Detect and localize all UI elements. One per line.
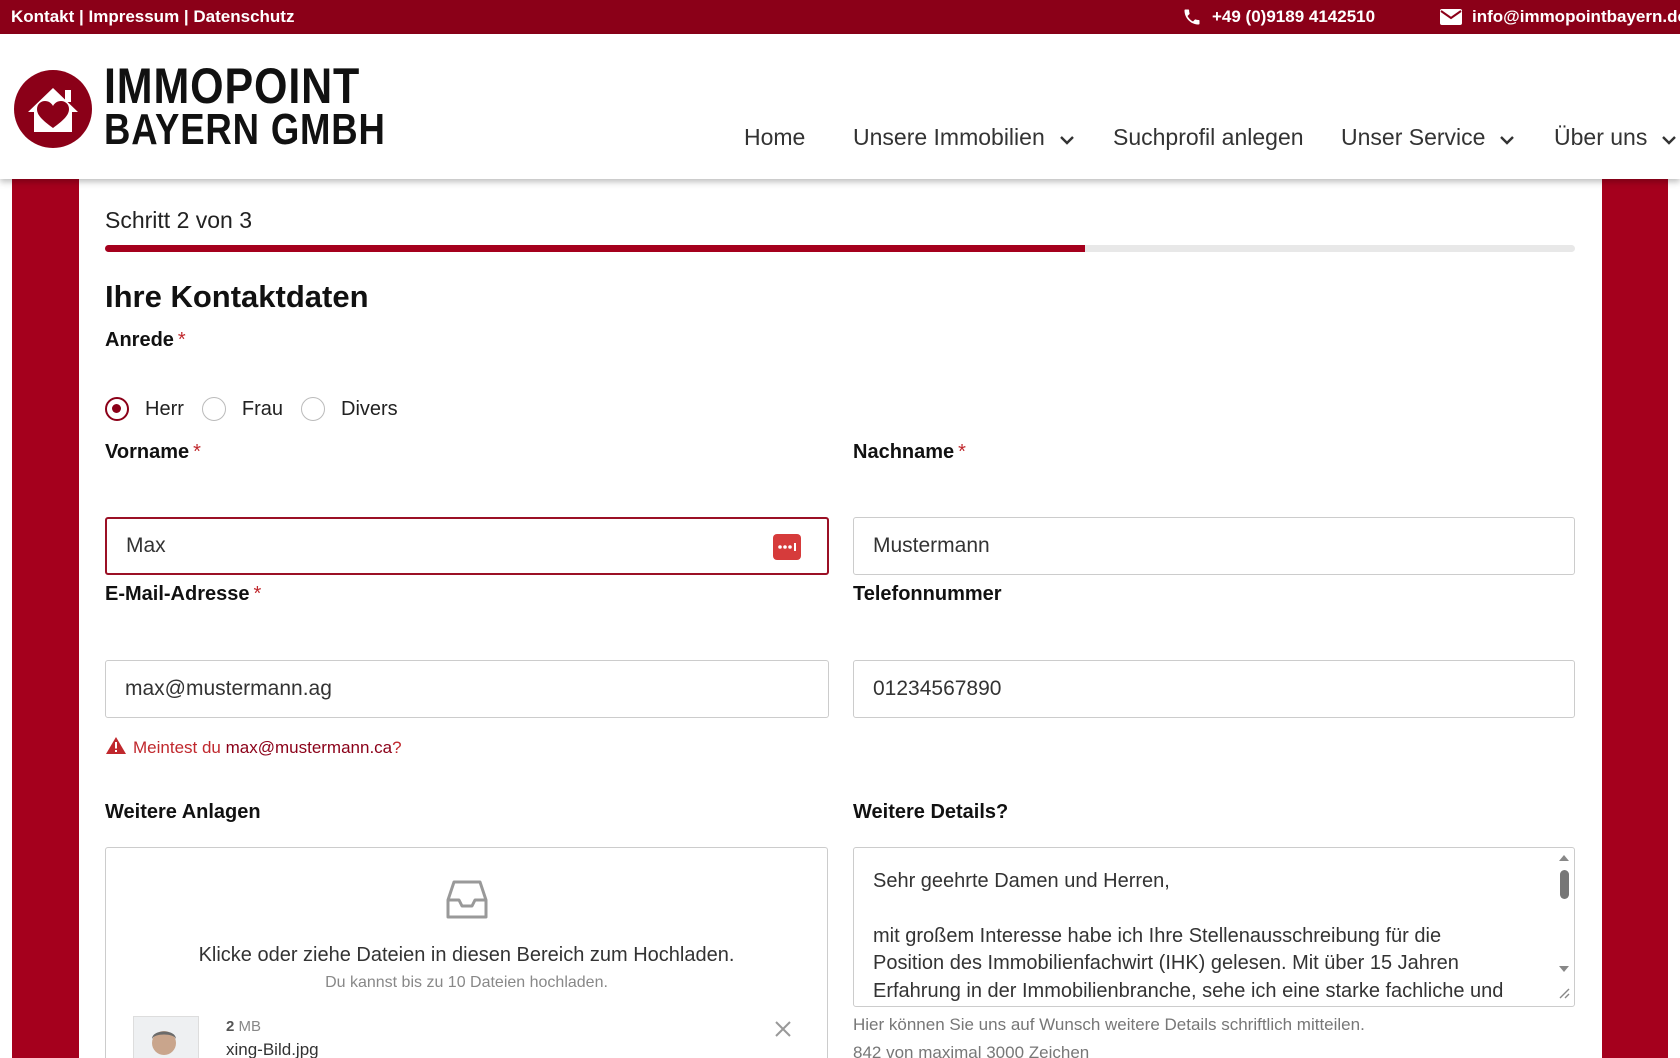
email-suggestion: Meintest du max@mustermann.ca?: [105, 736, 402, 760]
details-help-text: Hier können Sie uns auf Wunsch weitere D…: [853, 1015, 1365, 1034]
top-bar: Kontakt | Impressum | Datenschutz +49 (0…: [0, 0, 1680, 34]
telefon-field[interactable]: 01234567890: [853, 660, 1575, 718]
chevron-down-icon: [1499, 124, 1515, 151]
nav-ueber-label: Über uns: [1554, 124, 1648, 150]
house-heart-logo-icon[interactable]: [12, 68, 94, 150]
email-link[interactable]: info@immopointbayern.de: [1440, 7, 1680, 27]
chevron-down-icon: [1661, 124, 1677, 151]
details-text-line2: mit großem Interesse habe ich Ihre Stell…: [873, 924, 1504, 1002]
dropzone-subtext: Du kannst bis zu 10 Dateien hochladen.: [325, 974, 608, 991]
envelope-icon: [1440, 9, 1462, 25]
suggestion-suffix: ?: [392, 738, 402, 757]
logo-line-1: IMMOPOINT: [104, 58, 361, 114]
nav-service-label: Unser Service: [1341, 124, 1486, 150]
logo-wordmark[interactable]: IMMOPOINT BAYERN GMBH: [104, 58, 443, 154]
email-address: info@immopointbayern.de: [1472, 7, 1680, 26]
email-label: E-Mail-Adresse *: [105, 583, 261, 606]
nav-home-label: Home: [744, 124, 806, 150]
decor-band-right: [1602, 179, 1668, 1058]
contact-form: Schritt 2 von 3 Ihre Kontaktdaten Anrede…: [79, 179, 1602, 1058]
anrede-label: Anrede *: [105, 329, 186, 352]
vorname-label-text: Vorname: [105, 441, 190, 463]
vorname-field[interactable]: Max: [105, 517, 829, 575]
nachname-label-text: Nachname: [853, 441, 955, 463]
radio-divers-label: Divers: [341, 397, 398, 420]
radio-circle[interactable]: [301, 397, 326, 421]
details-label: Weitere Details?: [853, 801, 1009, 823]
nav-home[interactable]: Home: [744, 124, 805, 151]
telefon-label-text: Telefonnummer: [853, 583, 1002, 605]
logo-line-2: BAYERN GMBH: [104, 105, 386, 154]
phone-number: +49 (0)9189 4142510: [1212, 7, 1376, 26]
file-thumbnail: [133, 1016, 199, 1058]
nav-suchprofil[interactable]: Suchprofil anlegen: [1113, 124, 1304, 151]
suggestion-prefix: Meintest du: [133, 738, 226, 757]
required-mark: *: [177, 329, 186, 351]
anrede-label-text: Anrede: [105, 329, 174, 351]
telefon-value: 01234567890: [873, 677, 1002, 700]
step-indicator: Schritt 2 von 3: [105, 207, 253, 233]
form-title: Ihre Kontaktdaten: [105, 279, 369, 314]
top-links: Kontakt | Impressum | Datenschutz: [11, 7, 294, 27]
details-blank-line: [873, 896, 1514, 923]
radio-frau-label: Frau: [241, 397, 284, 420]
file-dropzone[interactable]: Klicke oder ziehe Dateien in diesen Bere…: [105, 847, 828, 1058]
radio-herr-label: Herr: [145, 397, 184, 420]
file-size-unit: MB: [234, 1018, 262, 1035]
nav-unser-service[interactable]: Unser Service: [1341, 124, 1515, 151]
nachname-field[interactable]: Mustermann: [853, 517, 1575, 575]
progress-bar: [105, 245, 1575, 252]
character-count: 842 von maximal 3000 Zeichen: [853, 1043, 1090, 1058]
radio-frau[interactable]: Frau: [201, 397, 284, 421]
radio-circle[interactable]: [105, 397, 129, 421]
telefon-label: Telefonnummer: [853, 583, 1002, 606]
suggested-email-link[interactable]: max@mustermann.ca: [226, 738, 393, 757]
radio-circle[interactable]: [201, 397, 226, 421]
required-mark: *: [958, 441, 966, 463]
dropzone-text: Klicke oder ziehe Dateien in diesen Bere…: [198, 944, 735, 966]
close-icon[interactable]: [774, 1020, 792, 1043]
vorname-value: Max: [126, 534, 166, 557]
radio-divers[interactable]: Divers: [301, 397, 398, 421]
radio-herr[interactable]: Herr: [105, 397, 184, 421]
inbox-icon: [445, 878, 489, 927]
nachname-label: Nachname *: [853, 441, 966, 464]
nachname-value: Mustermann: [873, 534, 990, 557]
page-edge: [0, 179, 12, 1058]
nav-suchprofil-label: Suchprofil anlegen: [1113, 124, 1304, 150]
top-link-separator: |: [179, 7, 194, 26]
link-datenschutz[interactable]: Datenschutz: [193, 7, 294, 27]
password-manager-icon[interactable]: [773, 534, 801, 560]
required-mark: *: [193, 441, 201, 463]
details-textarea[interactable]: Sehr geehrte Damen und Herren, mit große…: [853, 847, 1575, 1007]
nav-unsere-immobilien[interactable]: Unsere Immobilien: [853, 124, 1075, 151]
decor-band-left: [12, 179, 79, 1058]
file-size: 2 MB: [226, 1018, 261, 1035]
email-value: max@mustermann.ag: [125, 677, 332, 700]
details-text-line1: Sehr geehrte Damen und Herren,: [873, 870, 1170, 892]
warning-icon: [105, 736, 127, 760]
link-impressum[interactable]: Impressum: [88, 7, 179, 27]
nav-immobilien-label: Unsere Immobilien: [853, 124, 1045, 150]
link-kontakt[interactable]: Kontakt: [11, 7, 74, 27]
email-label-text: E-Mail-Adresse: [105, 583, 250, 605]
phone-icon: [1182, 7, 1202, 27]
chevron-down-icon: [1059, 124, 1075, 151]
nav-ueber-uns[interactable]: Über uns: [1554, 124, 1677, 151]
site-header: IMMOPOINT BAYERN GMBH Home Unsere Immobi…: [0, 34, 1680, 179]
required-mark: *: [253, 583, 262, 605]
top-link-separator: |: [74, 7, 89, 26]
vorname-label: Vorname *: [105, 441, 201, 464]
file-name: xing-Bild.jpg: [226, 1040, 319, 1058]
textarea-scrollbar[interactable]: [1554, 848, 1574, 1006]
email-field[interactable]: max@mustermann.ag: [105, 660, 829, 718]
anrede-radio-group: Herr Frau Divers: [105, 397, 416, 421]
progress-fill: [105, 245, 1086, 252]
anlagen-label: Weitere Anlagen: [105, 801, 261, 823]
phone-link[interactable]: +49 (0)9189 4142510: [1182, 7, 1375, 27]
